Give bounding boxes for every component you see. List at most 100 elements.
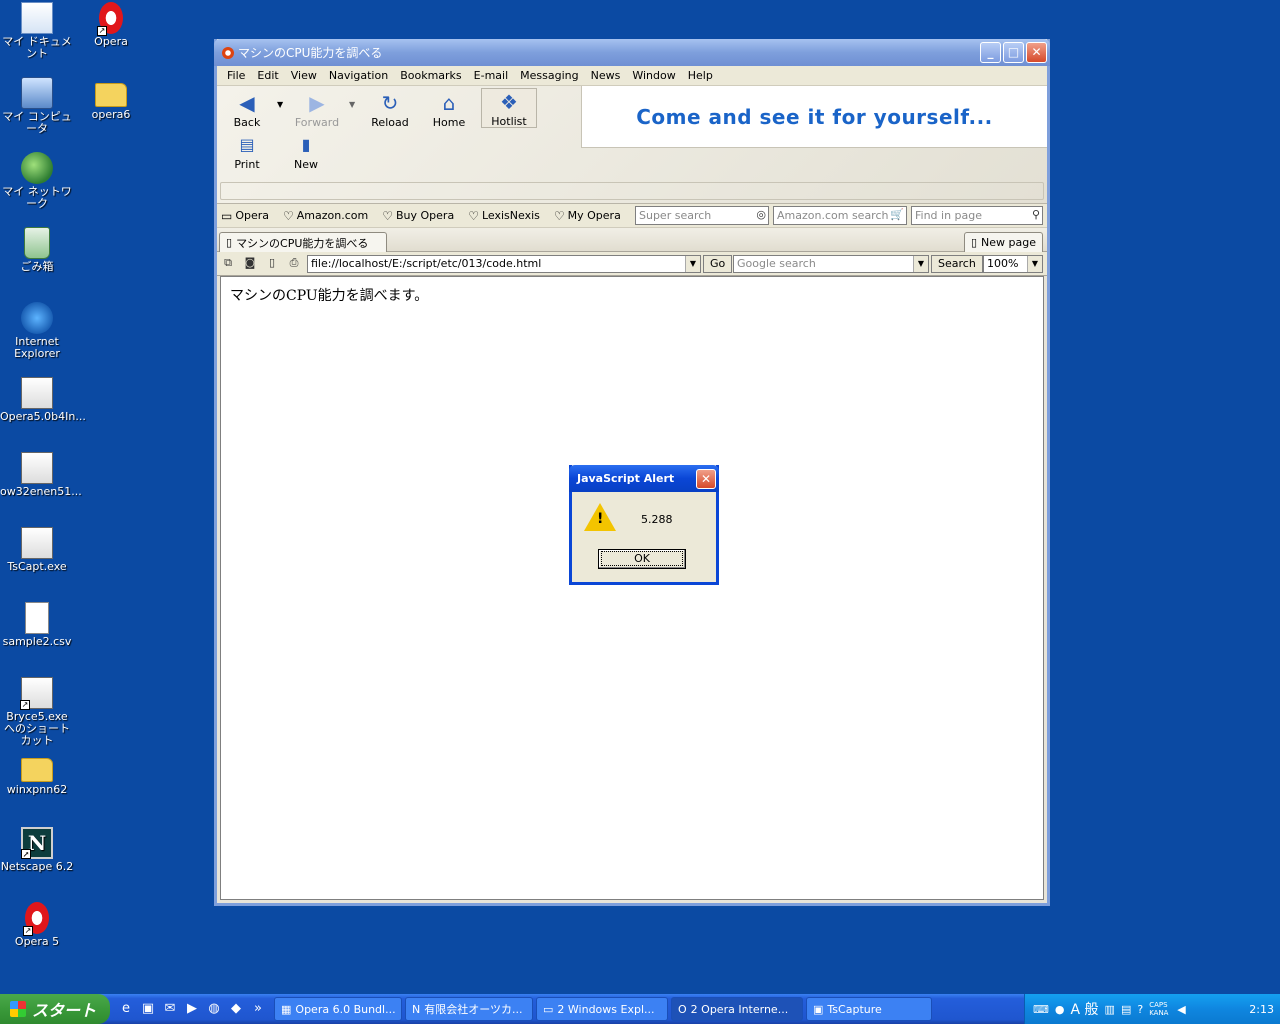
keyboard-icon[interactable]: ⌨ [1033, 1003, 1049, 1016]
installer-icon [21, 452, 53, 484]
new-page-button[interactable]: ▯ New page [963, 232, 1043, 252]
hotlist-label: Hotlist [491, 115, 527, 128]
show-desktop-icon[interactable]: ▣ [140, 1001, 156, 1017]
browser-icon[interactable]: ◍ [206, 1001, 222, 1017]
search-go-icon[interactable]: ◎ [756, 208, 766, 221]
app-icon: ↗ [20, 677, 53, 710]
task-windows-explorer[interactable]: ▭ 2 Windows Expl... [536, 997, 668, 1021]
print-icon[interactable]: ⎙ [285, 256, 303, 272]
hotlist-button[interactable]: ❖ Hotlist [481, 88, 537, 128]
print-button[interactable]: ▤ Print [219, 132, 275, 171]
chevron-down-icon[interactable]: ▼ [913, 256, 928, 272]
bookmark-my-opera[interactable]: ♡ My Opera [554, 209, 621, 223]
heart-icon: ♡ [382, 208, 393, 223]
magnifier-icon[interactable]: ⚲ [1032, 208, 1040, 221]
back-button[interactable]: ◀ Back [219, 90, 275, 129]
menu-navigation[interactable]: Navigation [323, 69, 394, 82]
windows-logo-icon [10, 1001, 26, 1017]
minimize-button[interactable]: _ [980, 42, 1001, 63]
search-button[interactable]: Search [931, 255, 983, 273]
menu-email[interactable]: E-mail [468, 69, 515, 82]
more-chevron-icon[interactable]: » [250, 1001, 266, 1017]
desktop-icon-netscape[interactable]: N ↗ Netscape 6.2 [0, 827, 74, 873]
cart-icon[interactable]: 🛒 [890, 208, 904, 221]
desktop-icon-internet-explorer[interactable]: Internet Explorer [0, 302, 74, 360]
ime-tool-icon[interactable]: ▥ [1105, 1003, 1115, 1016]
maximize-button[interactable]: □ [1003, 42, 1024, 63]
start-button[interactable]: スタート [0, 994, 110, 1024]
desktop-icon-opera-installer[interactable]: Opera5.0b4In... [0, 377, 86, 423]
ime-mode[interactable]: A 般 [1071, 999, 1099, 1019]
chevron-down-icon[interactable]: ▼ [685, 256, 700, 272]
task-otsuka[interactable]: N 有限会社オーツカ... [405, 997, 533, 1021]
task-tscapture[interactable]: ▣ TsCapture [806, 997, 932, 1021]
bookmark-amazon[interactable]: ♡ Amazon.com [283, 209, 368, 223]
desktop-icon-tscapt[interactable]: TsCapt.exe [0, 527, 74, 573]
desktop-icon-label: opera6 [91, 108, 131, 121]
amazon-search-input[interactable]: Amazon.com search 🛒 [773, 206, 907, 225]
menu-help[interactable]: Help [682, 69, 719, 82]
outlook-icon[interactable]: ✉ [162, 1001, 178, 1017]
camera-icon[interactable]: ◙ [241, 256, 259, 272]
menu-edit[interactable]: Edit [251, 69, 284, 82]
menu-view[interactable]: View [285, 69, 323, 82]
zoom-select[interactable]: 100% ▼ [983, 255, 1043, 273]
desktop-icon-recycle-bin[interactable]: ごみ箱 [0, 227, 74, 273]
help-icon[interactable]: ? [1137, 1003, 1143, 1016]
internet-explorer-icon[interactable]: e [118, 1001, 134, 1017]
desktop-icon-winxpnn62[interactable]: winxpnn62 [0, 752, 74, 796]
app-icon[interactable]: ◆ [228, 1001, 244, 1017]
menu-file[interactable]: File [221, 69, 251, 82]
forward-button[interactable]: ▶ Forward [289, 90, 345, 129]
desktop-icon-opera5[interactable]: ↗ Opera 5 [0, 902, 74, 948]
new-button[interactable]: ▮ New [278, 132, 334, 171]
desktop-icon-my-network[interactable]: マイ ネットワーク [0, 152, 74, 210]
close-button[interactable]: ✕ [1026, 42, 1047, 63]
folder-icon: ▭ [221, 208, 233, 223]
ime-dict-icon[interactable]: ▤ [1121, 1003, 1131, 1016]
reload-label: Reload [371, 116, 409, 129]
desktop-icon-my-computer[interactable]: マイ コンピュータ [0, 77, 74, 135]
bookmark-buy-opera[interactable]: ♡ Buy Opera [382, 209, 454, 223]
bookmark-opera[interactable]: ▭ Opera [221, 209, 269, 223]
google-search-input[interactable]: Google search ▼ [733, 255, 929, 273]
super-search-input[interactable]: Super search ◎ [635, 206, 769, 225]
menu-news[interactable]: News [585, 69, 627, 82]
menu-window[interactable]: Window [626, 69, 681, 82]
desktop-icon-bryce5[interactable]: ↗ Bryce5.exe へのショートカット [0, 677, 74, 747]
desktop-icon-opera[interactable]: ↗ Opera [74, 2, 148, 48]
chevron-down-icon[interactable]: ▼ [1027, 256, 1042, 272]
menu-bookmarks[interactable]: Bookmarks [394, 69, 467, 82]
desktop-icon-sample2[interactable]: sample2.csv [0, 602, 74, 648]
opera-tray-icon[interactable]: ● [1055, 1003, 1065, 1016]
desktop-icon-opera6[interactable]: opera6 [74, 77, 148, 121]
alert-close-button[interactable]: ✕ [696, 468, 716, 489]
menu-messaging[interactable]: Messaging [514, 69, 584, 82]
desktop-icon-ow32[interactable]: ow32enen51... [0, 452, 82, 498]
home-button[interactable]: ⌂ Home [421, 90, 477, 129]
ok-button[interactable]: OK [598, 549, 686, 569]
address-input[interactable]: file://localhost/E:/script/etc/013/code.… [307, 255, 701, 273]
home-label: Home [432, 116, 466, 129]
tray-expand-icon[interactable]: ◀ [1177, 1003, 1185, 1016]
bookmark-lexisnexis[interactable]: ♡ LexisNexis [468, 209, 540, 223]
forward-dropdown-icon[interactable]: ▼ [349, 100, 355, 109]
folder-icon [95, 83, 127, 107]
folder-icon: ▭ [543, 1002, 554, 1016]
desktop-icon-my-documents[interactable]: マイ ドキュメント [0, 2, 74, 60]
task-opera-internet[interactable]: O 2 Opera Interne... [671, 997, 803, 1021]
window-icon[interactable]: ⧉ [219, 256, 237, 272]
ad-banner[interactable]: Come and see it for yourself... [581, 86, 1047, 148]
reload-button[interactable]: ↻ Reload [362, 90, 418, 129]
find-in-page-input[interactable]: Find in page ⚲ [911, 206, 1043, 225]
task-opera-bundle[interactable]: ▦ Opera 6.0 Bundl... [274, 997, 402, 1021]
file-icon [25, 602, 49, 634]
media-player-icon[interactable]: ▶ [184, 1001, 200, 1017]
window-titlebar[interactable]: マシンのCPU能力を調べる _ □ ✕ [214, 39, 1050, 66]
go-button[interactable]: Go [703, 255, 733, 273]
hotlist-icon: ❖ [500, 90, 518, 114]
page-icon[interactable]: ▯ [263, 256, 281, 272]
tab-current-page[interactable]: ▯ マシンのCPU能力を調べる [219, 232, 387, 252]
back-dropdown-icon[interactable]: ▼ [277, 100, 283, 109]
alert-titlebar[interactable]: JavaScript Alert ✕ [569, 465, 719, 492]
